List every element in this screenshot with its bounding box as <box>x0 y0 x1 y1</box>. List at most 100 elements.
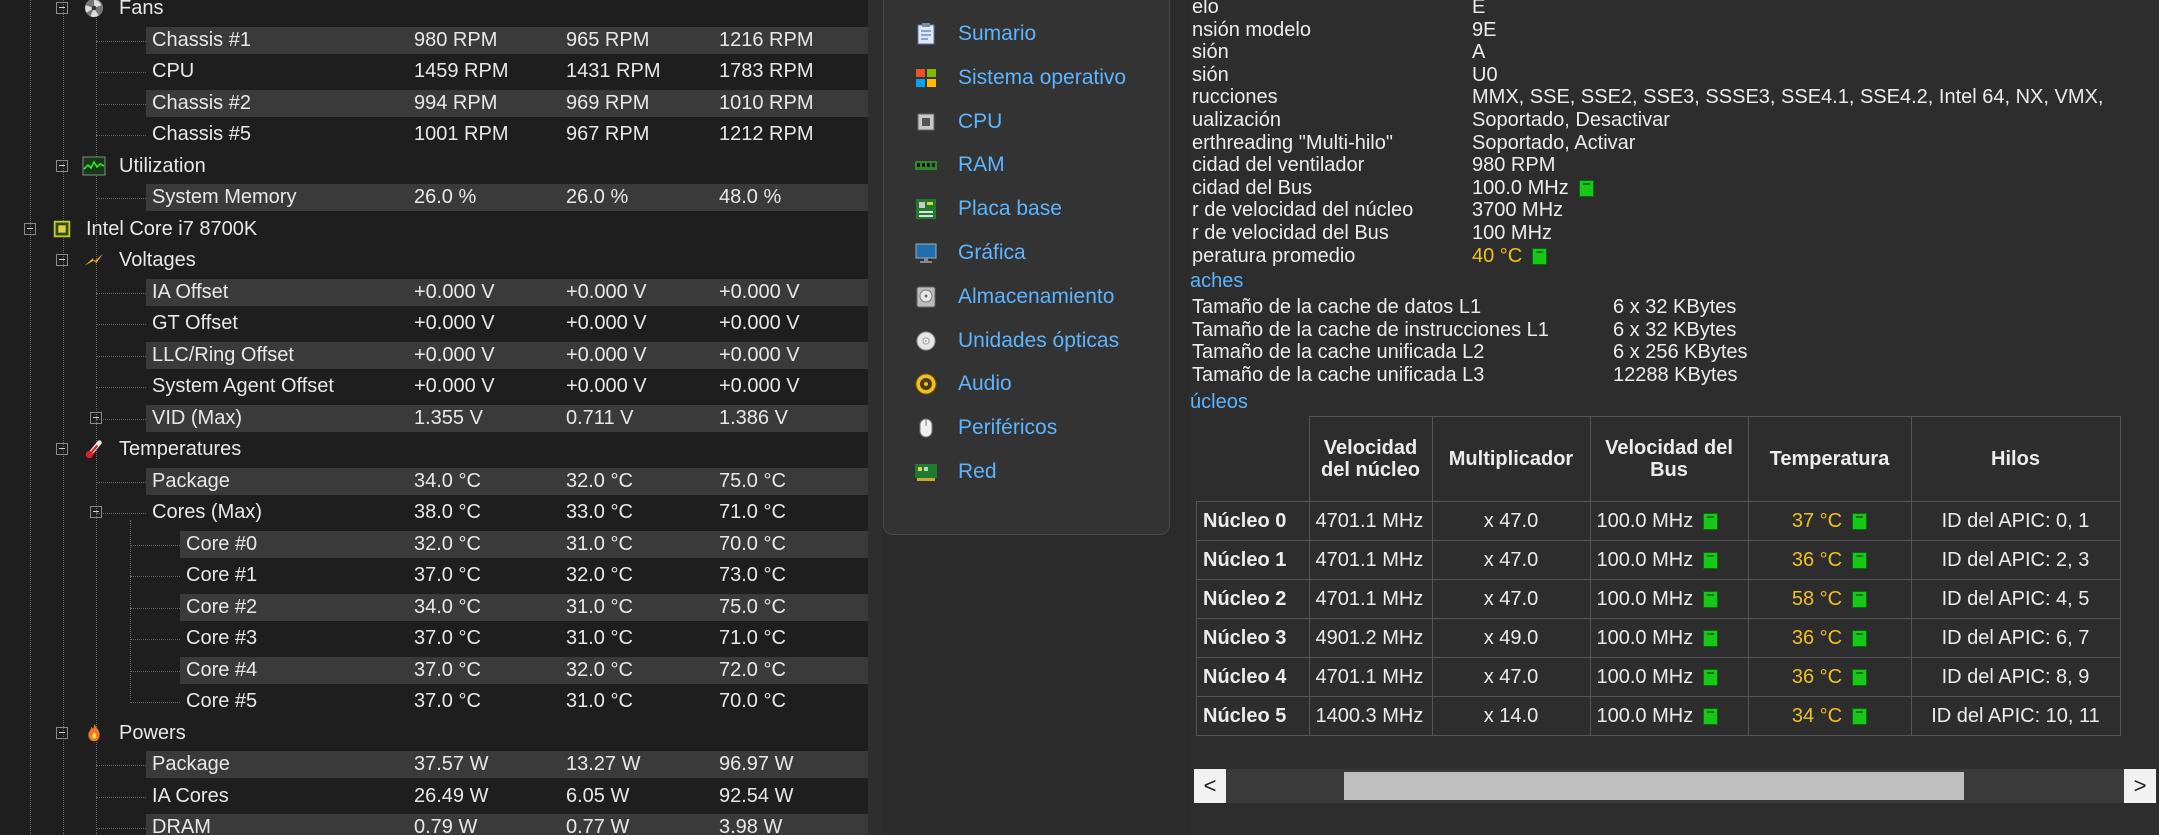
scroll-left-arrow[interactable]: < <box>1194 769 1226 803</box>
table-corner <box>1197 417 1310 502</box>
sensor-row-ia-cores[interactable]: IA Cores 26.49 W 6.05 W 92.54 W <box>0 781 868 812</box>
core-threads: ID del APIC: 0, 1 <box>1910 501 2121 541</box>
property-label: r de velocidad del Bus <box>1192 222 1389 244</box>
scroll-thumb[interactable] <box>1344 772 1964 800</box>
sensor-row-system-memory[interactable]: System Memory 26.0 % 26.0 % 48.0 % <box>0 182 868 213</box>
sensor-row-chassis2[interactable]: Chassis #2 994 RPM 969 RPM 1010 RPM <box>0 88 868 119</box>
core-row: Núcleo 2 4701.1 MHz x 47.0 100.0 MHz 58 °C ID… <box>1196 579 2121 619</box>
sensor-current-value: 32.0 °C <box>414 532 481 555</box>
core-temperature: 37 °C <box>1747 501 1912 541</box>
sensor-row-chassis1[interactable]: Chassis #1 980 RPM 965 RPM 1216 RPM <box>0 25 868 56</box>
sensor-row-powers[interactable]: Powers <box>0 718 868 749</box>
bus-speed-text: 100.0 MHz <box>1596 548 1694 571</box>
sensor-label: Core #1 <box>186 564 258 586</box>
status-gauge-icon <box>1703 590 1719 608</box>
sensor-min-value: 26.0 % <box>566 186 629 208</box>
sensor-min-value: 1431 RPM <box>566 60 661 82</box>
sensor-min-value: 0.77 W <box>566 816 630 835</box>
core-bus-speed: 100.0 MHz <box>1589 657 1749 697</box>
optical-disc-icon <box>914 329 938 353</box>
sensor-row-package-temp[interactable]: Package 34.0 °C 32.0 °C 75.0 °C <box>0 466 868 497</box>
core-multiplier: x 47.0 <box>1431 540 1591 580</box>
collapse-toggle[interactable] <box>56 443 68 455</box>
bus-speed-text: 100.0 MHz <box>1596 665 1694 688</box>
sensor-row-vid-max[interactable]: VID (Max) 1.355 V 0.711 V 1.386 V <box>0 403 868 434</box>
sensor-row-core5[interactable]: Core #5 37.0 °C 31.0 °C 70.0 °C <box>0 686 868 717</box>
core-name: Núcleo 2 <box>1196 579 1310 619</box>
sensor-row-voltages[interactable]: Voltages <box>0 245 868 276</box>
sensor-label: IA Offset <box>152 280 229 303</box>
sensor-label: Core #0 <box>186 532 258 555</box>
property-value-text: E <box>1472 0 1486 18</box>
sensor-label: Powers <box>119 721 186 744</box>
property-label: erthreading "Multi-hilo" <box>1192 131 1393 154</box>
property-value: Soportado, Activar <box>1472 132 1635 154</box>
sensor-current-value: 34.0 °C <box>414 469 481 492</box>
sensor-row-intel-cpu[interactable]: Intel Core i7 8700K <box>0 214 868 245</box>
status-gauge-icon <box>1532 247 1548 265</box>
sensor-min-value: 0.711 V <box>566 406 634 429</box>
sensor-min-value: +0.000 V <box>566 280 647 303</box>
sensor-row-dram[interactable]: DRAM 0.79 W 0.77 W 3.98 W <box>0 812 868 835</box>
cache-label: Tamaño de la cache de instrucciones L1 <box>1192 318 1549 341</box>
sensor-row-core1[interactable]: Core #1 37.0 °C 32.0 °C 73.0 °C <box>0 560 868 591</box>
collapse-toggle[interactable] <box>90 506 102 518</box>
cache-value: 6 x 32 KBytes <box>1613 296 1737 318</box>
collapse-toggle[interactable] <box>24 222 36 235</box>
property-label: elo <box>1192 0 1219 18</box>
sensor-min-value: 967 RPM <box>566 123 650 145</box>
collapse-toggle[interactable] <box>56 726 68 739</box>
sensor-row-system-agent-offset[interactable]: System Agent Offset +0.000 V +0.000 V +0.00… <box>0 371 868 402</box>
col-bus-speed: Velocidad del Bus <box>1589 416 1749 502</box>
collapse-toggle[interactable] <box>56 159 68 172</box>
bus-speed-text: 100.0 MHz <box>1596 587 1694 610</box>
property-value: U0 <box>1472 64 1498 86</box>
bus-speed-text: 100.0 MHz <box>1596 509 1694 532</box>
sensor-current-value: 0.79 W <box>414 816 478 835</box>
sensor-max-value: +0.000 V <box>719 375 800 397</box>
horizontal-scrollbar[interactable]: < > <box>1194 769 2156 803</box>
collapse-toggle[interactable] <box>90 411 102 424</box>
sensor-row-core3[interactable]: Core #3 37.0 °C 31.0 °C 71.0 °C <box>0 623 868 654</box>
property-value-text: MMX, SSE, SSE2, SSE3, SSSE3, SSE4.1, SSE… <box>1472 86 2104 109</box>
sensor-min-value: 31.0 °C <box>566 690 633 712</box>
sensor-row-temperatures[interactable]: Temperatures <box>0 434 868 465</box>
property-value-text: A <box>1472 41 1486 64</box>
property-value: 100 MHz <box>1472 222 1552 244</box>
sensor-current-value: +0.000 V <box>414 312 495 334</box>
sensor-row-core4[interactable]: Core #4 37.0 °C 32.0 °C 72.0 °C <box>0 655 868 686</box>
property-value: E <box>1472 0 1485 18</box>
property-value-text: Soportado, Activar <box>1472 131 1636 154</box>
sensor-row-chassis5[interactable]: Chassis #5 1001 RPM 967 RPM 1212 RPM <box>0 119 868 150</box>
sensor-row-cores-max[interactable]: Cores (Max) 38.0 °C 33.0 °C 71.0 °C <box>0 497 868 528</box>
sensor-max-value: 71.0 °C <box>719 627 786 649</box>
sensor-min-value: 31.0 °C <box>566 532 633 555</box>
core-row: Núcleo 4 4701.1 MHz x 47.0 100.0 MHz 36 °C ID… <box>1196 657 2121 697</box>
sensor-row-gt-offset[interactable]: GT Offset +0.000 V +0.000 V +0.000 V <box>0 308 868 339</box>
property-value-text: 100 MHz <box>1472 222 1553 244</box>
core-bus-speed: 100.0 MHz <box>1589 696 1749 736</box>
sensor-max-value: +0.000 V <box>719 280 800 303</box>
cache-value: 6 x 32 KBytes <box>1613 318 1737 341</box>
core-threads: ID del APIC: 4, 5 <box>1910 579 2121 619</box>
sensor-row-cpu-fan[interactable]: CPU 1459 RPM 1431 RPM 1783 RPM <box>0 56 868 87</box>
sensor-row-core2[interactable]: Core #2 34.0 °C 31.0 °C 75.0 °C <box>0 592 868 623</box>
property-value: 9E <box>1472 19 1496 41</box>
scroll-right-arrow[interactable]: > <box>2124 769 2156 803</box>
sensor-current-value: +0.000 V <box>414 280 495 303</box>
sensor-max-value: 71.0 °C <box>719 501 786 523</box>
sensor-label: Intel Core i7 8700K <box>86 217 258 240</box>
sensor-row-ia-offset[interactable]: IA Offset +0.000 V +0.000 V +0.000 V <box>0 277 868 308</box>
sensor-row-llc-ring-offset[interactable]: LLC/Ring Offset +0.000 V +0.000 V +0.000 V <box>0 340 868 371</box>
collapse-toggle[interactable] <box>56 2 68 14</box>
sensor-row-core0[interactable]: Core #0 32.0 °C 31.0 °C 70.0 °C <box>0 529 868 560</box>
sensor-row-fans[interactable]: Fans <box>0 0 868 24</box>
voltage-icon <box>82 249 106 271</box>
sensor-row-package-power[interactable]: Package 37.57 W 13.27 W 96.97 W <box>0 749 868 780</box>
core-speed: 1400.3 MHz <box>1308 696 1433 736</box>
core-row: Núcleo 0 4701.1 MHz x 47.0 100.0 MHz 37 °C ID… <box>1196 501 2121 541</box>
sensor-row-utilization[interactable]: Utilization <box>0 151 868 182</box>
collapse-toggle[interactable] <box>56 254 68 266</box>
status-gauge-icon <box>1852 512 1868 530</box>
status-gauge-icon <box>1703 707 1719 725</box>
